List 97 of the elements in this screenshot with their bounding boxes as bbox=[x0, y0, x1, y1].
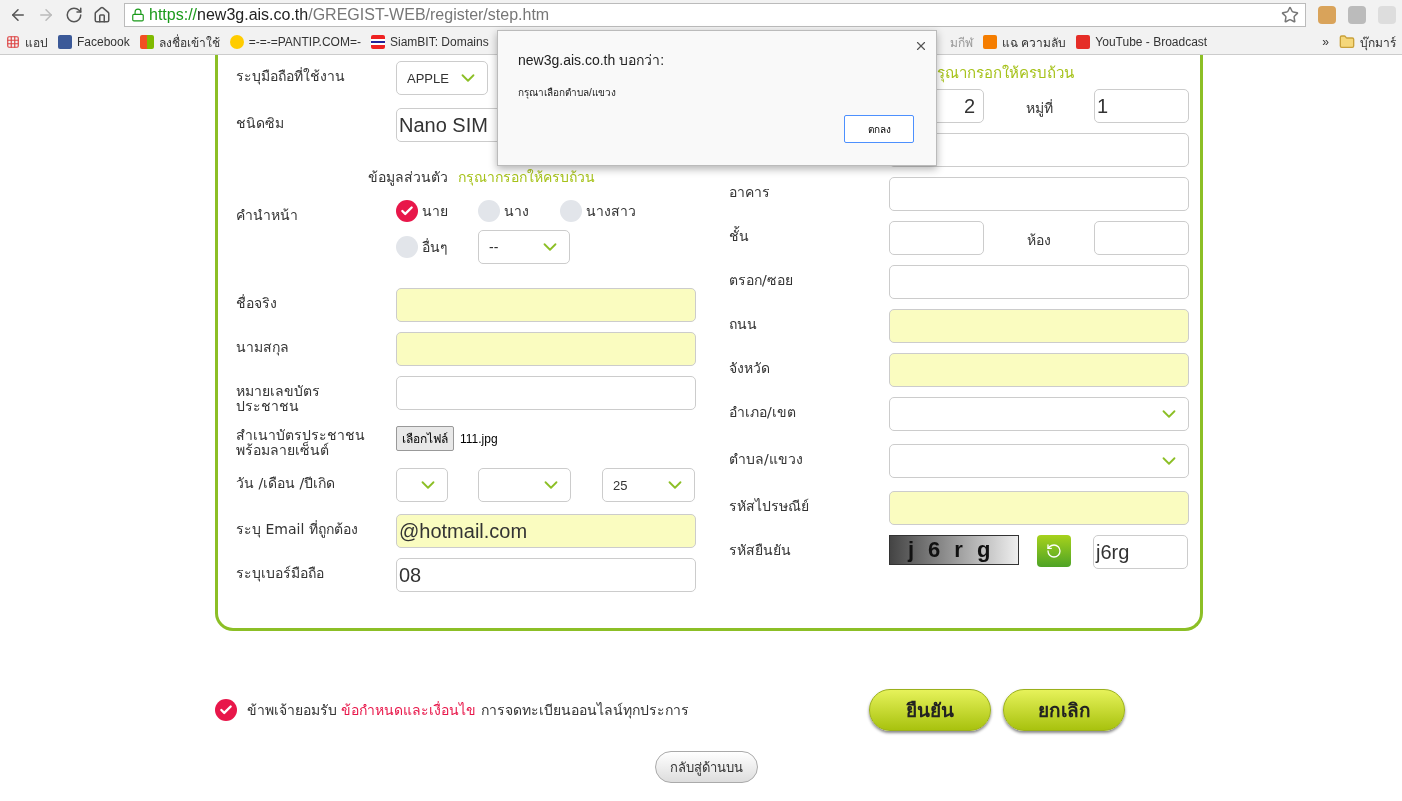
extension-icon[interactable] bbox=[1318, 6, 1336, 24]
text-field[interactable] bbox=[889, 221, 984, 255]
forward-icon[interactable] bbox=[37, 6, 55, 24]
field-value: @hotmail.com bbox=[399, 519, 528, 543]
field-label: ถนน bbox=[729, 315, 758, 332]
flag-icon bbox=[370, 35, 385, 49]
field-label: รหัสไปรษณีย์ bbox=[729, 497, 810, 514]
star-icon[interactable] bbox=[1281, 6, 1299, 24]
field-value: -- bbox=[488, 239, 499, 255]
field-value: 08 bbox=[399, 563, 422, 587]
folder-icon bbox=[1339, 34, 1355, 50]
choose-file-button[interactable]: เลือกไฟล์ bbox=[396, 426, 454, 451]
back-icon[interactable] bbox=[9, 6, 27, 24]
field-value: 2 bbox=[963, 94, 975, 118]
field-label: อำเภอ/เขต bbox=[729, 403, 797, 420]
required-note: รุณากรอกให้ครบถ้วน bbox=[936, 63, 1074, 85]
field-label: หมู่ที่ bbox=[1024, 98, 1054, 119]
year-select[interactable]: 25 bbox=[602, 468, 695, 502]
field-label: ชั้น bbox=[729, 225, 750, 244]
field-label: ตรอก/ซอย bbox=[729, 271, 794, 288]
month-select[interactable] bbox=[478, 468, 571, 502]
text-field[interactable]: @hotmail.com bbox=[396, 514, 696, 548]
field-label: ตำบล/แขวง bbox=[729, 450, 804, 467]
field-label: ชนิดซิม bbox=[236, 114, 285, 131]
extension-icon[interactable] bbox=[1348, 6, 1366, 24]
field-value: 1 bbox=[1097, 94, 1109, 118]
section-title: ข้อมูลส่วนตัว bbox=[367, 168, 448, 188]
day-select[interactable] bbox=[396, 468, 448, 502]
text-field[interactable] bbox=[396, 332, 696, 366]
text-field[interactable] bbox=[396, 288, 696, 322]
terms-link[interactable]: ข้อกำหนดและเงื่อนไข bbox=[341, 702, 477, 718]
field-value: Nano SIM bbox=[399, 113, 488, 137]
url-text: https://new3g.ais.co.th/GREGIST-WEB/register/step.htm bbox=[149, 6, 550, 24]
home-icon[interactable] bbox=[93, 6, 111, 24]
bookmarks-folder[interactable]: บุ๊กมาร์ bbox=[1339, 32, 1396, 52]
bookmark[interactable]: แฉ ความลับ bbox=[983, 32, 1067, 52]
radio-option[interactable]: นาย bbox=[396, 200, 478, 222]
lock-icon bbox=[131, 8, 145, 22]
required-note: กรุณากรอกให้ครบถ้วน bbox=[457, 168, 595, 188]
prefix-select[interactable]: -- bbox=[478, 230, 570, 264]
year-value: 25 bbox=[612, 477, 628, 493]
field-label: วัน /เดือน /ปีเกิด bbox=[236, 474, 337, 491]
field-label: จังหวัด bbox=[729, 359, 771, 376]
device-select[interactable]: APPLE bbox=[396, 61, 488, 95]
radio-option[interactable]: อื่นๆ bbox=[396, 230, 478, 264]
bookmark[interactable]: แอป bbox=[6, 32, 48, 52]
field-value: j6rg bbox=[1096, 540, 1130, 564]
check-icon bbox=[219, 703, 233, 717]
field-label: ระบุเบอร์มือถือ bbox=[236, 564, 325, 581]
reload-icon[interactable] bbox=[65, 6, 83, 24]
field-label: อาคาร bbox=[729, 183, 771, 200]
field-label: ชื่อจริง bbox=[236, 293, 278, 311]
address-bar[interactable]: https://new3g.ais.co.th/GREGIST-WEB/register/step.htm bbox=[124, 3, 1306, 27]
text-field[interactable] bbox=[889, 309, 1189, 343]
select-field[interactable] bbox=[889, 397, 1189, 431]
field-label: ระบุมือถือที่ใช้งาน bbox=[236, 66, 346, 84]
text-field[interactable] bbox=[396, 376, 696, 410]
radio-option[interactable]: นาง bbox=[478, 200, 560, 222]
field-label: สำเนาบัตรประชาชน พร้อมลายเซ็นต์ bbox=[236, 426, 366, 458]
action-button[interactable]: ยืนยัน bbox=[869, 689, 991, 731]
field-label: คำนำหน้า bbox=[236, 206, 299, 223]
dialog-title: new3g.ais.co.th บอกว่า: bbox=[518, 51, 666, 70]
field-label: นามสกุล bbox=[236, 338, 290, 355]
terms-text: ข้าพเจ้ายอมรับ ข้อกำหนดและเงื่อนไข การจดทะเบียนออนไลน์ทุกประการ bbox=[247, 700, 690, 721]
more-bookmarks-button[interactable]: » bbox=[1322, 35, 1329, 49]
field-label: หมายเลขบัตร ประชาชน bbox=[236, 382, 321, 414]
bookmark[interactable]: Facebook bbox=[58, 35, 130, 49]
action-button[interactable]: ยกเลิก bbox=[1003, 689, 1125, 731]
captcha-field[interactable]: j6rg bbox=[1093, 535, 1188, 569]
file-name: 111.jpg bbox=[460, 431, 498, 446]
back-to-top-button[interactable]: กลับสู่ด้านบน bbox=[655, 751, 758, 783]
text-field[interactable]: 08 bbox=[396, 558, 696, 592]
terms-checkbox[interactable] bbox=[215, 699, 237, 721]
close-icon[interactable] bbox=[914, 39, 928, 53]
refresh-button[interactable] bbox=[1037, 535, 1071, 567]
bookmark[interactable]: SiamBIT: Domains bbox=[370, 35, 489, 49]
radio-option[interactable]: นางสาว bbox=[560, 200, 642, 222]
text-field[interactable] bbox=[889, 265, 1189, 299]
text-field[interactable] bbox=[889, 491, 1189, 525]
text-field[interactable]: 1 bbox=[1094, 89, 1189, 123]
dialog-message: กรุณาเลือกตำบล/แขวง bbox=[518, 86, 617, 100]
apps-icon bbox=[6, 35, 20, 49]
field-label: ระบุ Email ที่ถูกต้อง bbox=[236, 519, 359, 537]
text-field[interactable] bbox=[1094, 221, 1189, 255]
field-label: ห้อง bbox=[1026, 231, 1052, 250]
refresh-icon bbox=[1046, 543, 1062, 559]
ok-button[interactable]: ตกลง bbox=[844, 115, 914, 143]
bookmark[interactable]: =-=-=PANTIP.COM=- bbox=[229, 35, 361, 49]
field-label: รหัสยืนยัน bbox=[729, 541, 792, 558]
bookmark[interactable]: YouTube - Broadcast bbox=[1076, 35, 1208, 49]
field-value: APPLE bbox=[406, 70, 449, 86]
text-field[interactable] bbox=[889, 353, 1189, 387]
bookmark[interactable]: ลงชื่อเข้าใช้ bbox=[139, 32, 220, 52]
check-icon bbox=[400, 204, 414, 218]
select-field[interactable] bbox=[889, 444, 1189, 478]
text-field[interactable] bbox=[889, 177, 1189, 211]
captcha-image: j6rg bbox=[889, 535, 1019, 565]
